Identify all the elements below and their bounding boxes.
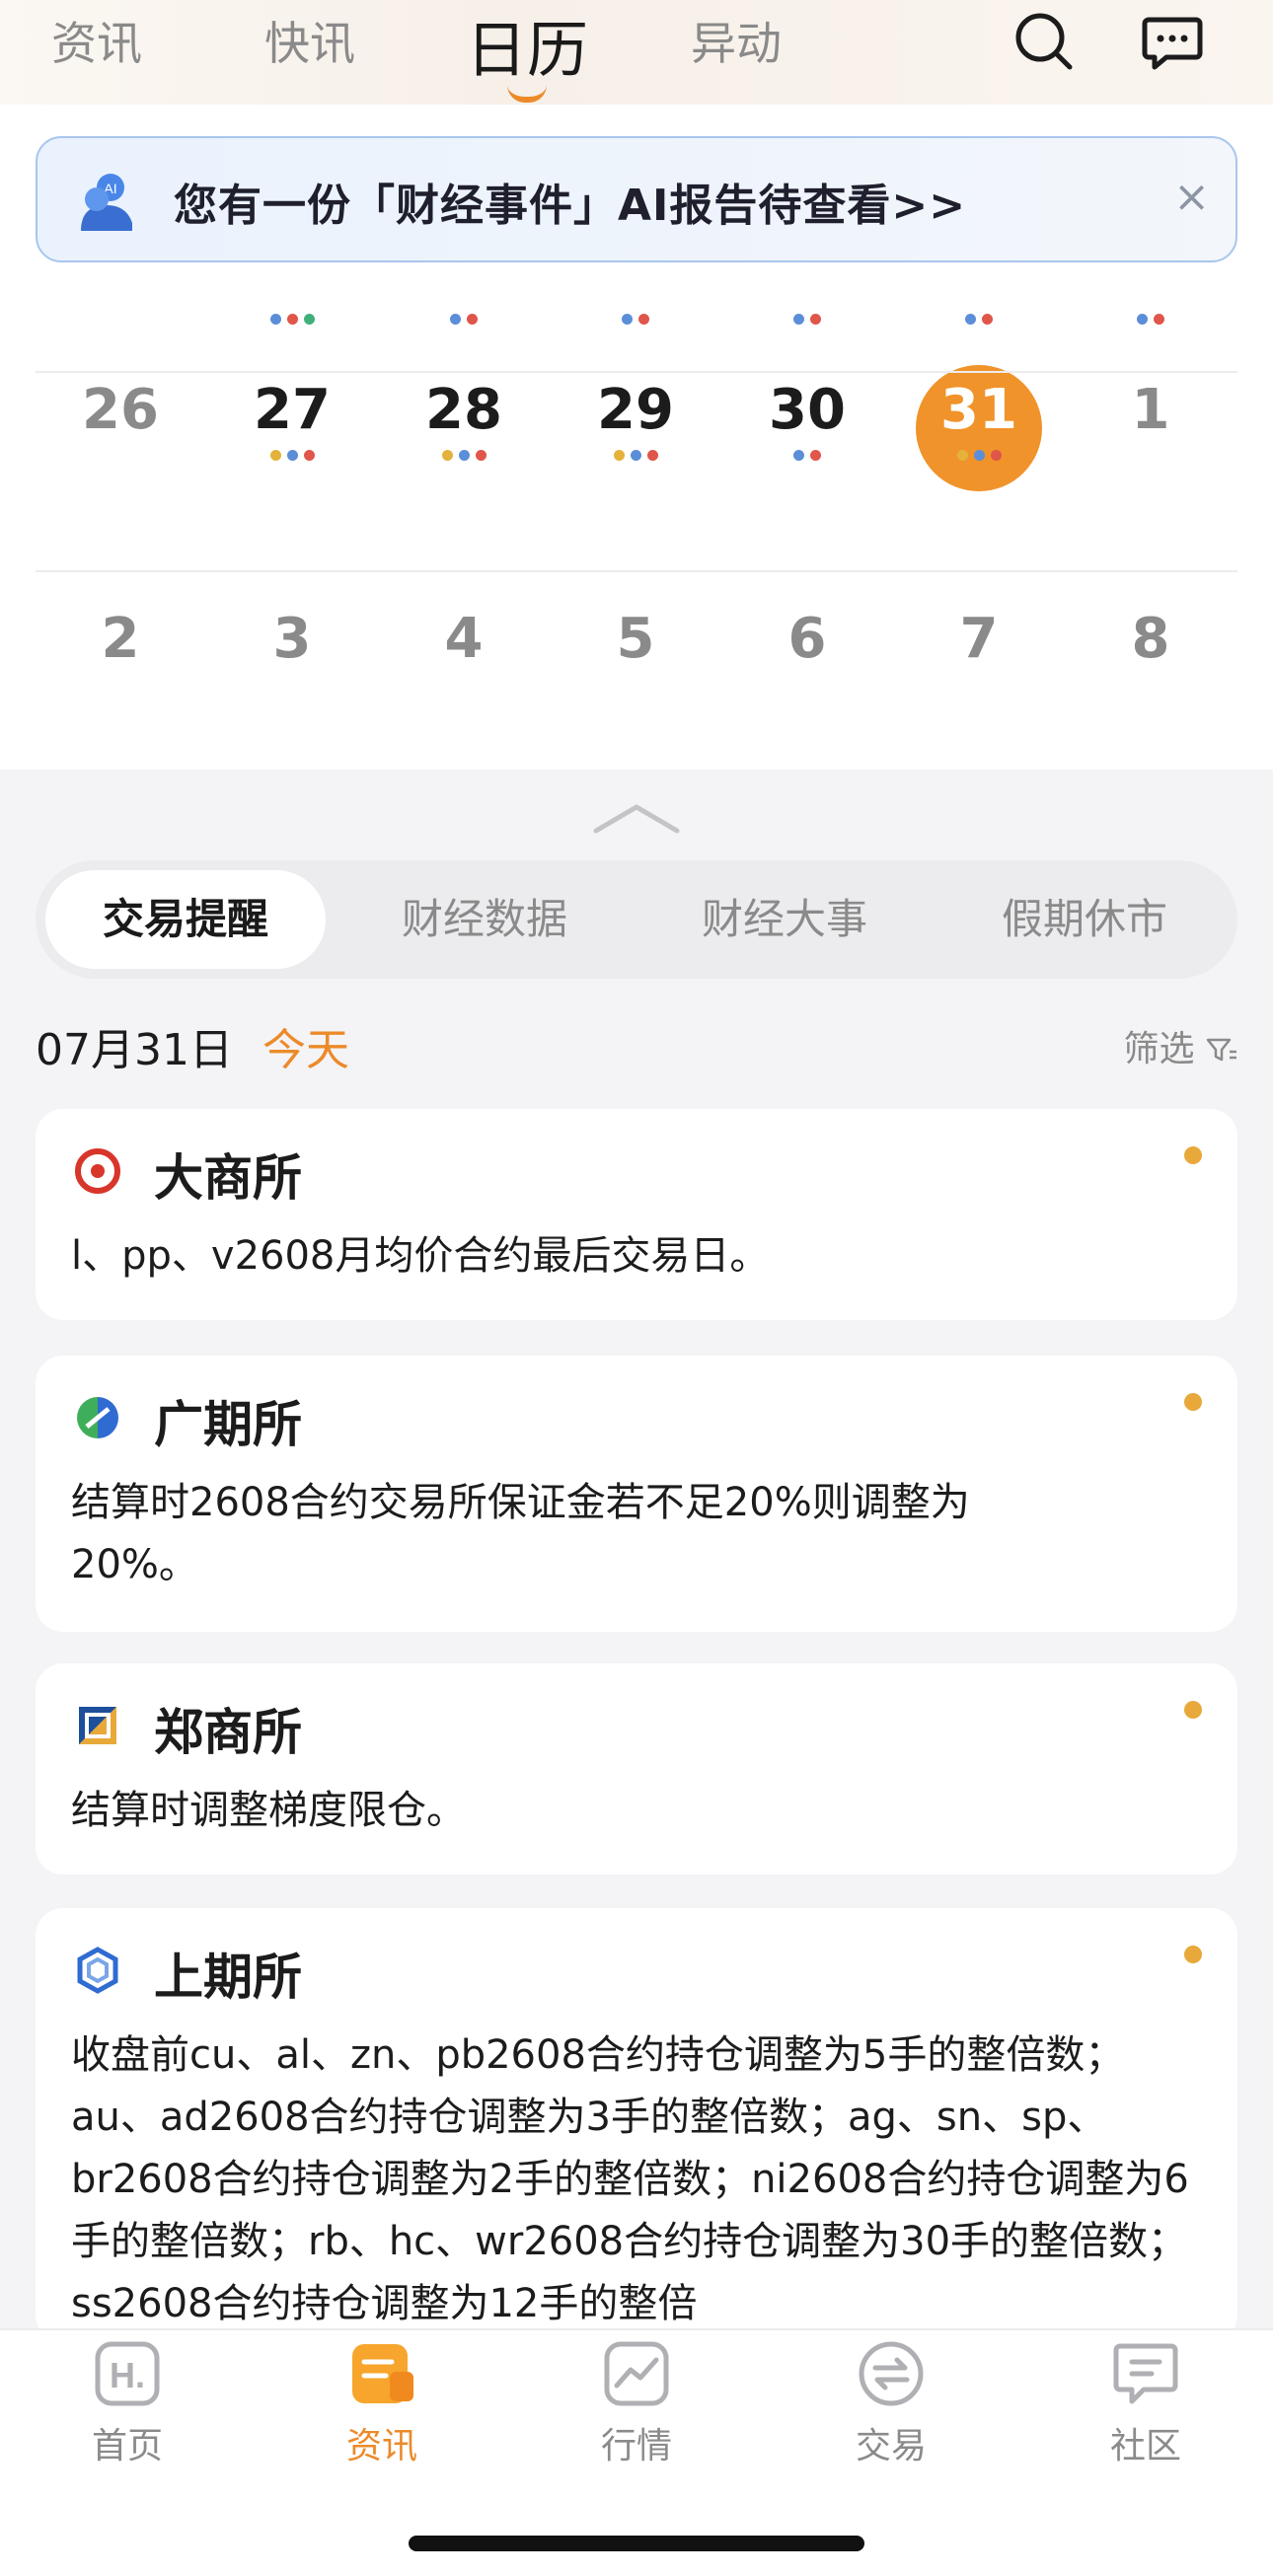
day-number: 1 (1131, 378, 1170, 442)
shfe-logo-icon (77, 1947, 118, 1994)
collapse-chevron-icon[interactable] (592, 797, 681, 837)
news-icon (352, 2344, 413, 2403)
exchange-name: 上期所 (154, 1949, 302, 2006)
message-icon[interactable] (1141, 10, 1204, 73)
nav-community[interactable]: 社区 (1018, 2338, 1273, 2468)
market-chart-icon (604, 2341, 669, 2406)
exchange-name: 大商所 (154, 1149, 302, 1207)
day-number: 28 (425, 378, 502, 442)
calendar-day[interactable]: 28 (395, 371, 533, 464)
community-chat-icon (1113, 2343, 1178, 2404)
nav-label: 行情 (600, 2426, 672, 2466)
segment-major-events[interactable]: 财经大事 (641, 870, 928, 969)
selected-date: 07月31日 (36, 1025, 233, 1075)
nav-label: 社区 (1109, 2426, 1181, 2466)
day-number: 2 (101, 607, 140, 671)
close-icon[interactable]: × (1173, 172, 1210, 222)
tab-news[interactable]: 资讯 (51, 8, 142, 73)
nav-label: 交易 (855, 2426, 927, 2466)
active-tab-indicator (507, 85, 547, 103)
calendar-day[interactable]: 26 (51, 371, 189, 450)
calendar-day[interactable]: 6 (738, 600, 876, 679)
tab-movement[interactable]: 异动 (691, 8, 782, 73)
calendar-day[interactable]: 1 (1082, 371, 1220, 450)
day-number: 30 (769, 378, 846, 442)
day-number: 3 (272, 607, 312, 671)
day-number: 31 (940, 378, 1017, 442)
calendar-day[interactable]: 4 (395, 600, 533, 679)
home-icon: H. (95, 2341, 160, 2406)
segment-trade-reminder[interactable]: 交易提醒 (45, 870, 326, 969)
filter-button[interactable]: 筛选 (1124, 1020, 1237, 1071)
event-dots (223, 450, 361, 464)
calendar-day-selected[interactable]: 31 (910, 365, 1048, 491)
event-text: 结算时调整梯度限仓。 (71, 1788, 466, 1833)
unread-dot (1184, 1701, 1202, 1719)
home-indicator[interactable] (409, 2536, 864, 2551)
ai-report-banner[interactable]: AI 您有一份「财经事件」AI报告待查看>> × (36, 136, 1237, 262)
nav-label: 首页 (91, 2426, 163, 2466)
event-dots (395, 450, 533, 464)
event-text: 收盘前cu、al、zn、pb2608合约持仓调整为5手的整倍数；au、ad260… (71, 2032, 1189, 2326)
calendar-day[interactable]: 29 (566, 371, 705, 464)
event-text: 结算时2608合约交易所保证金若不足20%则调整为20%。 (71, 1480, 970, 1587)
exchange-name: 广期所 (154, 1396, 302, 1453)
nav-label: 资讯 (345, 2426, 417, 2466)
gfex-logo-icon (77, 1397, 118, 1438)
nav-market[interactable]: 行情 (509, 2338, 764, 2468)
trade-exchange-icon (859, 2341, 924, 2406)
nav-home[interactable]: H. 首页 (0, 2338, 255, 2468)
calendar-day[interactable]: 30 (738, 371, 876, 464)
day-number: 26 (82, 378, 159, 442)
day-number: 4 (444, 607, 484, 671)
ai-banner-text: 您有一份「财经事件」AI报告待查看>> (174, 181, 967, 231)
today-label: 今天 (262, 1025, 349, 1075)
tab-flash[interactable]: 快讯 (264, 8, 355, 73)
segment-holiday-closure[interactable]: 假期休市 (941, 870, 1228, 969)
czce-logo-icon (79, 1707, 116, 1744)
event-card[interactable]: 上期所 收盘前cu、al、zn、pb2608合约持仓调整为5手的整倍数；au、a… (36, 1908, 1237, 2342)
calendar-day[interactable]: 8 (1082, 600, 1220, 679)
calendar-day[interactable]: 2 (51, 600, 189, 679)
unread-dot (1184, 1146, 1202, 1164)
event-card[interactable]: 大商所 l、pp、v2608月均价合约最后交易日。 (36, 1109, 1237, 1320)
tab-calendar[interactable]: 日历 (466, 0, 589, 103)
event-card[interactable]: 广期所 结算时2608合约交易所保证金若不足20%则调整为20%。 (36, 1356, 1237, 1632)
exchange-name: 郑商所 (154, 1704, 302, 1761)
ai-assistant-icon: AI (81, 174, 132, 231)
day-number: 7 (959, 607, 999, 671)
calendar-day[interactable]: 3 (223, 600, 361, 679)
calendar-panel: AI 您有一份「财经事件」AI报告待查看>> × 26 27 28 29 30 (0, 105, 1273, 770)
dce-logo-icon (75, 1148, 120, 1194)
filter-icon (1206, 1038, 1236, 1062)
week-divider (36, 371, 1237, 373)
segment-economic-data[interactable]: 财经数据 (341, 870, 628, 969)
week-divider (36, 570, 1237, 572)
event-card[interactable]: 郑商所 结算时调整梯度限仓。 (36, 1663, 1237, 1875)
calendar-day[interactable]: 5 (566, 600, 705, 679)
calendar-day[interactable]: 7 (910, 600, 1048, 679)
nav-news[interactable]: 资讯 (255, 2338, 509, 2468)
calendar-day[interactable]: 27 (223, 371, 361, 464)
segment-control: 交易提醒 财经数据 财经大事 假期休市 (36, 860, 1237, 979)
search-icon[interactable] (1012, 10, 1076, 73)
unread-dot (1184, 1393, 1202, 1411)
top-tab-bar: 资讯 快讯 日历 异动 (0, 0, 1273, 105)
filter-label: 筛选 (1123, 1029, 1195, 1069)
event-dots (566, 450, 705, 464)
svg-text:H.: H. (110, 2355, 145, 2395)
day-number: 29 (597, 378, 674, 442)
day-number: 8 (1131, 607, 1170, 671)
tab-calendar-label: 日历 (466, 14, 589, 86)
day-number: 5 (616, 607, 655, 671)
unread-dot (1184, 1946, 1202, 1963)
day-number: 6 (787, 607, 827, 671)
event-dots (738, 450, 876, 464)
event-text: l、pp、v2608月均价合约最后交易日。 (71, 1233, 770, 1279)
nav-trade[interactable]: 交易 (764, 2338, 1018, 2468)
event-dots (910, 450, 1048, 464)
day-number: 27 (254, 378, 331, 442)
